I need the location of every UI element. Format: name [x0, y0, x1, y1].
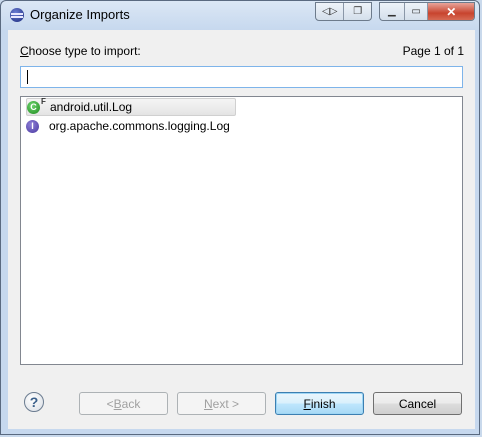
final-marker: F [41, 96, 46, 106]
compare-icon[interactable]: ◁▷ [316, 3, 343, 20]
type-filter-input[interactable] [20, 66, 463, 88]
close-icon[interactable]: ✕ [427, 3, 474, 20]
list-item[interactable]: CF android.util.Log [26, 97, 236, 116]
help-icon[interactable]: ? [24, 392, 44, 412]
type-results-list[interactable]: CF android.util.Log I org.apache.commons… [20, 96, 463, 365]
text-caret [27, 70, 28, 84]
finish-button[interactable]: Finish [275, 392, 364, 415]
minimize-icon[interactable]: ▁ [380, 3, 404, 20]
page-indicator: Page 1 of 1 [402, 44, 464, 58]
list-item-label: org.apache.commons.logging.Log [49, 119, 230, 133]
eclipse-app-icon [10, 8, 24, 22]
dialog-body: Choose type to import: Page 1 of 1 CF an… [8, 30, 475, 429]
list-item-label: android.util.Log [50, 100, 133, 114]
class-icon: CF [27, 97, 46, 114]
title-bar[interactable]: Organize Imports ◁▷ ❐ ▁ ▭ ✕ [1, 1, 479, 29]
back-button[interactable]: < Back [79, 392, 168, 415]
window-title: Organize Imports [30, 7, 130, 22]
list-item[interactable]: I org.apache.commons.logging.Log [26, 117, 230, 135]
maximize-icon[interactable]: ▭ [403, 3, 428, 20]
organize-imports-window: Organize Imports ◁▷ ❐ ▁ ▭ ✕ Choose type … [0, 0, 480, 435]
interface-icon: I [26, 119, 39, 133]
extra-title-buttons: ◁▷ ❐ [315, 2, 372, 21]
choose-type-label: Choose type to import: [20, 44, 141, 58]
window-controls: ▁ ▭ ✕ [379, 2, 475, 21]
copy-icon[interactable]: ❐ [343, 3, 371, 20]
next-button[interactable]: Next > [177, 392, 266, 415]
cancel-button[interactable]: Cancel [373, 392, 462, 415]
